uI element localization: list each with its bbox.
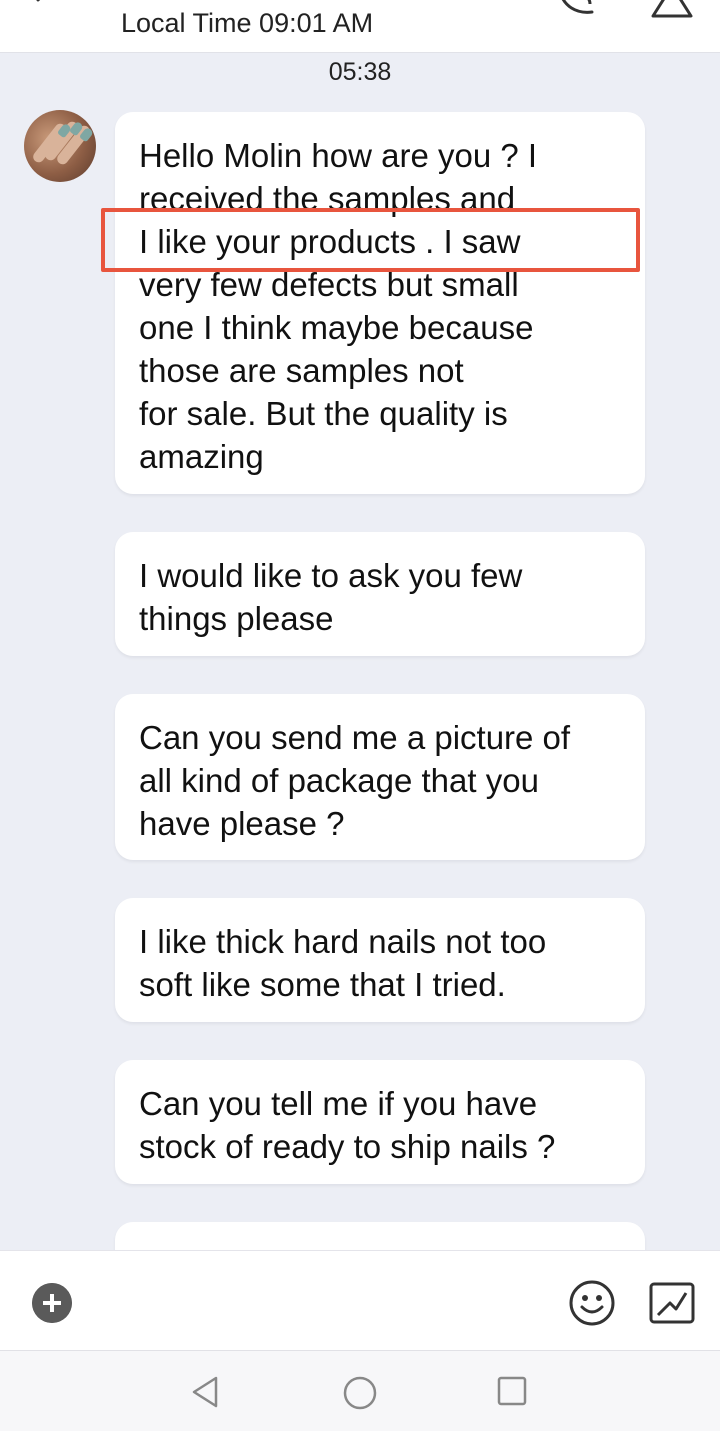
warning-icon[interactable] — [651, 0, 693, 20]
message-line: have please ? — [139, 805, 345, 842]
message-bubble[interactable]: Hello Molin how are you ? I received the… — [115, 112, 645, 494]
message-line: stock of ready to ship nails ? — [139, 1128, 556, 1165]
phone-icon[interactable] — [554, 0, 598, 18]
message-line: those are samples not — [139, 352, 464, 389]
message-bubble[interactable]: I like thick hard nails not too soft lik… — [115, 898, 645, 1022]
message-line: Can you tell me if you have — [139, 1085, 538, 1122]
message-line: all kind of package that you — [139, 762, 539, 799]
local-time-label: Local Time 09:01 AM — [121, 8, 374, 38]
triangle-back-icon[interactable] — [188, 1375, 222, 1409]
message-line: things please — [139, 600, 334, 637]
message-input-bar — [0, 1250, 720, 1351]
message-line: I like thick hard nails not too — [139, 923, 547, 960]
highlight-annotation-box — [101, 208, 640, 272]
message-line: amazing — [139, 438, 264, 475]
message-line: I would like to ask you few — [139, 557, 523, 594]
square-recent-icon[interactable] — [496, 1375, 528, 1407]
message-line: for sale. But the quality is — [139, 395, 508, 432]
back-icon[interactable] — [32, 0, 54, 8]
message-line: soft like some that I tried. — [139, 966, 506, 1003]
system-navigation-bar — [0, 1350, 720, 1431]
message-bubble[interactable]: I would like to ask you few things pleas… — [115, 532, 645, 656]
message-bubble-partial[interactable] — [115, 1222, 645, 1250]
avatar[interactable] — [24, 110, 96, 182]
message-line: one I think maybe because — [139, 309, 534, 346]
chat-area[interactable]: 05:38 Hello Molin how are you ? I receiv… — [0, 52, 720, 1250]
message-bubble[interactable]: Can you send me a picture of all kind of… — [115, 694, 645, 860]
plus-icon[interactable] — [32, 1283, 72, 1323]
circle-home-icon[interactable] — [342, 1375, 378, 1411]
message-line: Can you send me a picture of — [139, 719, 571, 756]
chat-header: Local Time 09:01 AM — [0, 0, 720, 53]
message-line: Hello Molin how are you ? I — [139, 137, 538, 174]
smiley-icon[interactable] — [568, 1279, 616, 1327]
message-bubble[interactable]: Can you tell me if you have stock of rea… — [115, 1060, 645, 1184]
message-timestamp: 05:38 — [328, 58, 392, 86]
image-icon[interactable] — [648, 1281, 696, 1325]
